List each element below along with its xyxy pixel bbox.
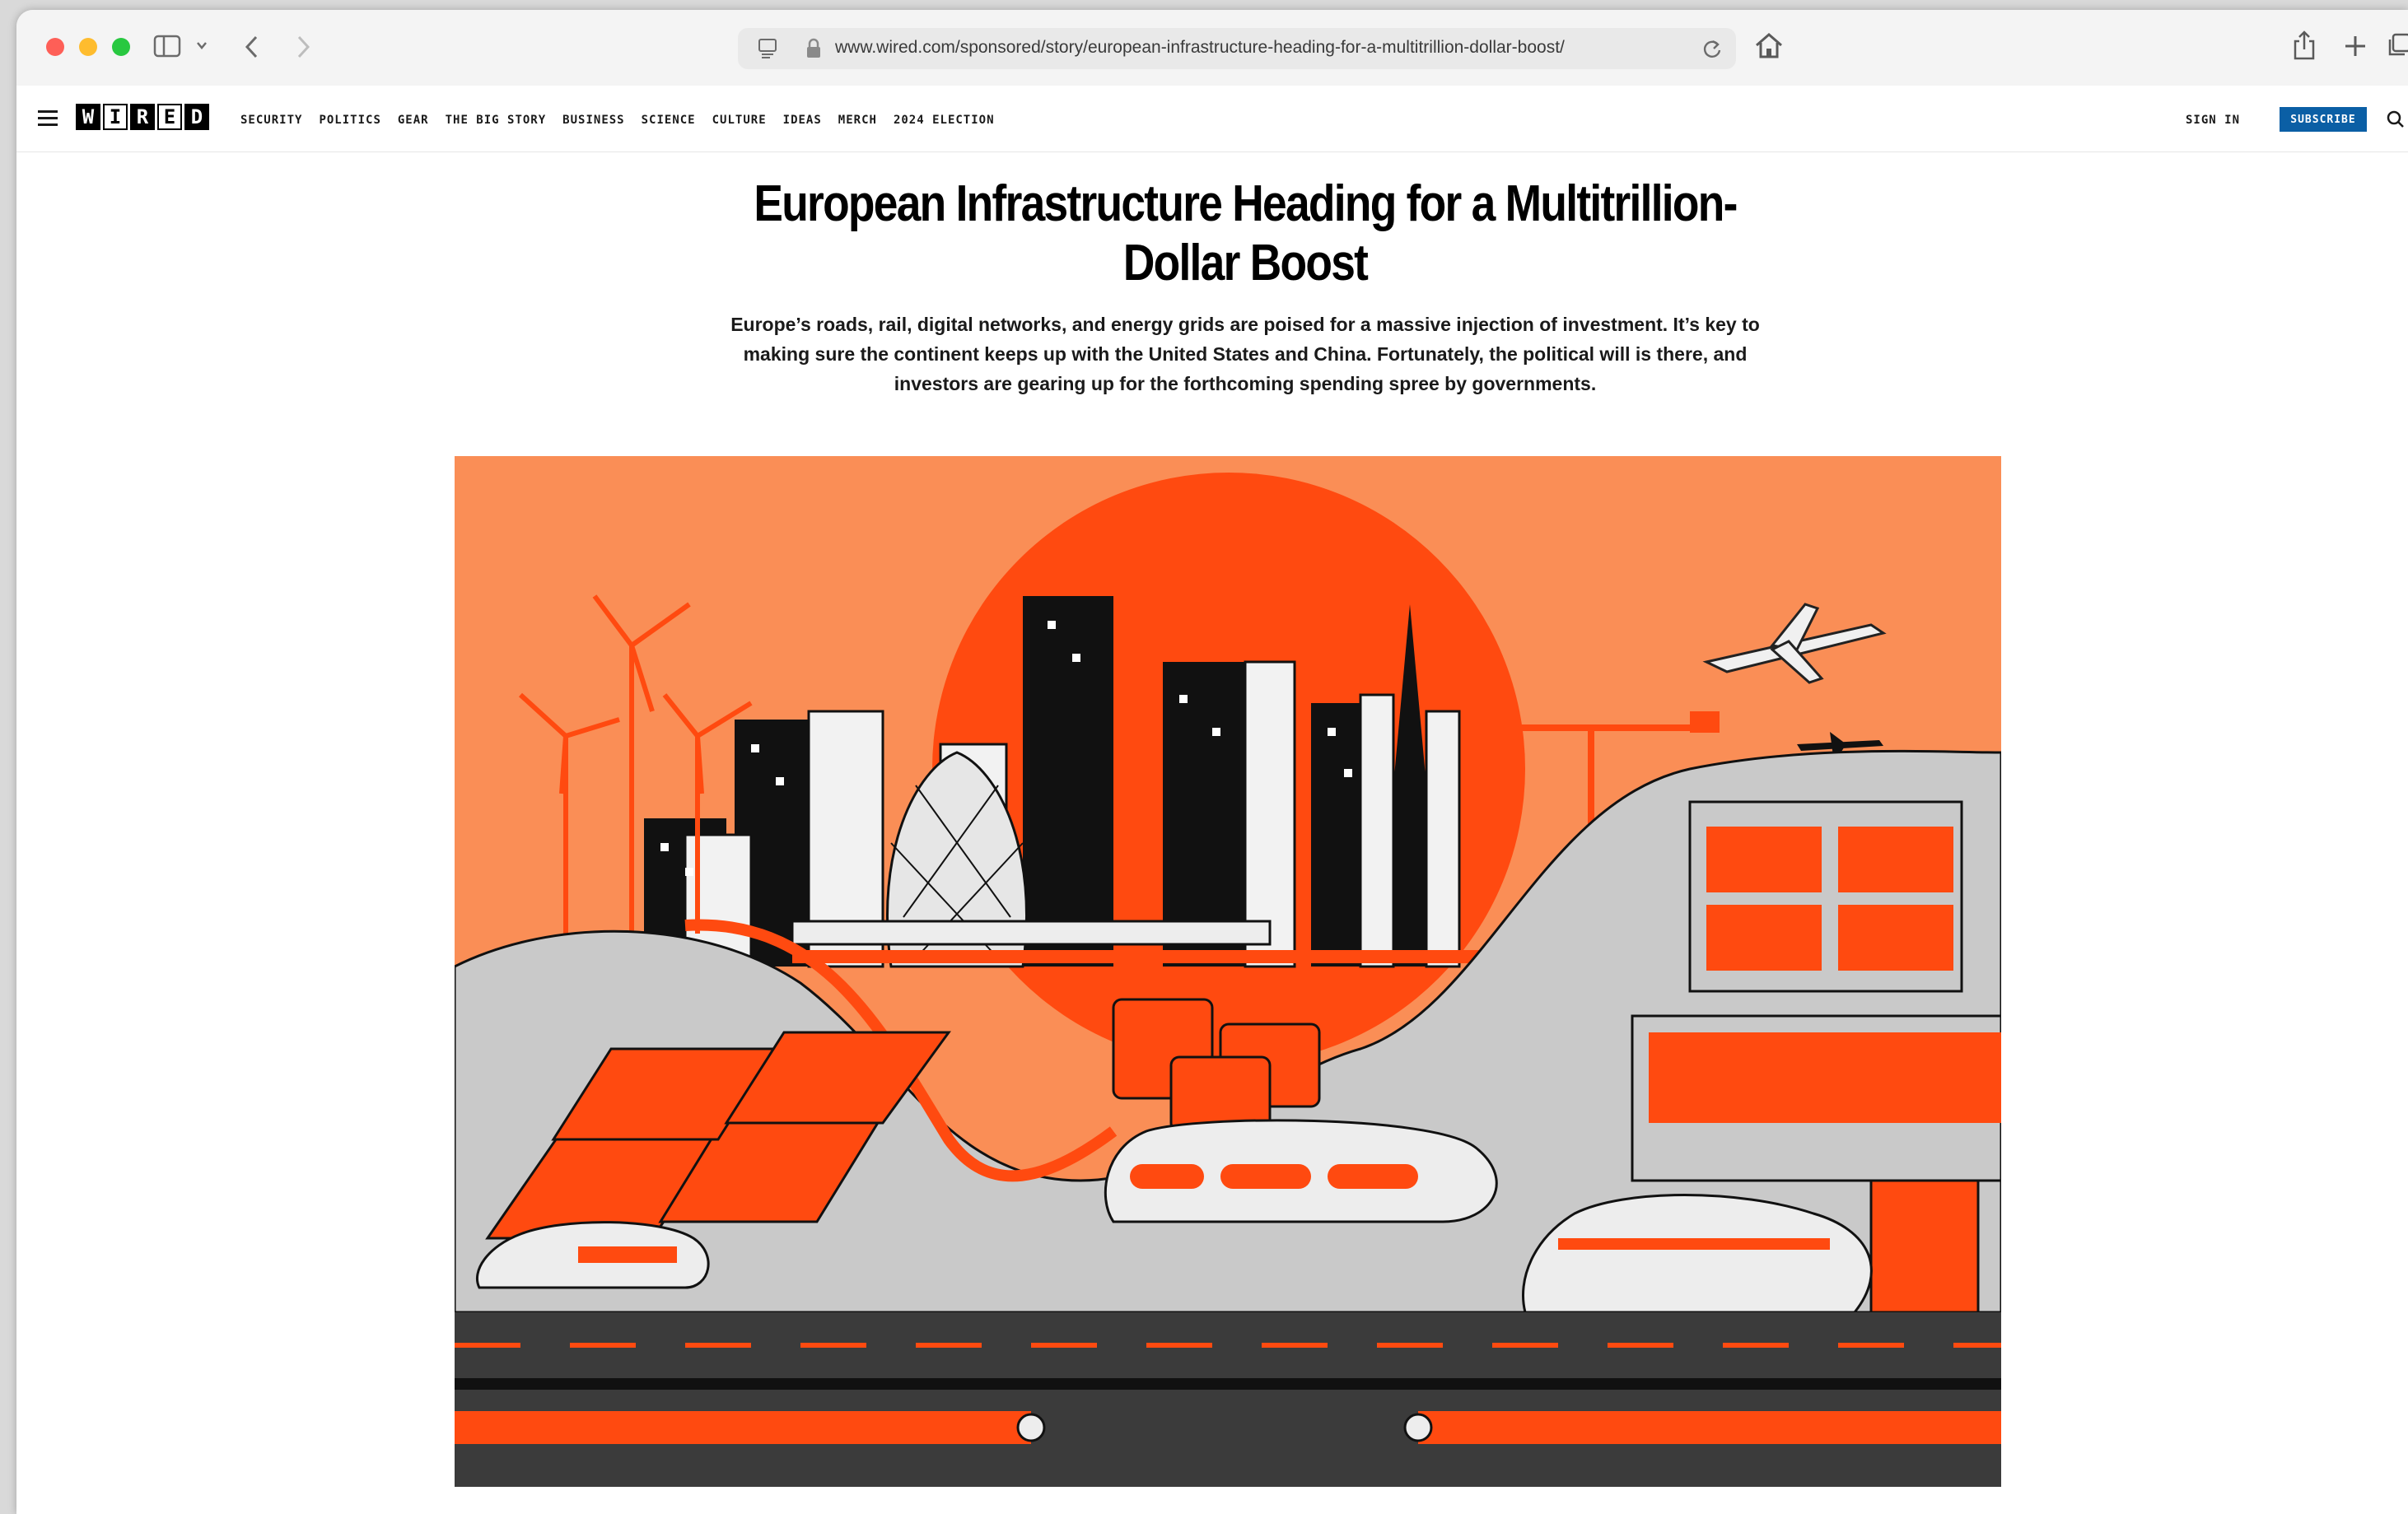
nav-gear[interactable]: GEAR [398,114,429,127]
nav-2024-election[interactable]: 2024 ELECTION [894,114,995,127]
reader-mode-icon[interactable] [758,38,777,63]
browser-window: www.wired.com/sponsored/story/european-i… [16,10,2408,1514]
nav-the-big-story[interactable]: THE BIG STORY [446,114,547,127]
site-navigation: W I R E D SECURITY POLITICS GEAR THE BIG… [16,86,2408,152]
address-bar[interactable]: www.wired.com/sponsored/story/european-i… [738,28,1736,69]
close-window-button[interactable] [46,38,64,56]
sidebar-toggle-icon[interactable] [153,35,181,58]
sign-in-link[interactable]: SIGN IN [2186,114,2240,127]
search-icon[interactable] [2387,110,2405,133]
nav-culture[interactable]: CULTURE [712,114,767,127]
article-headline: European Infrastructure Heading for a Mu… [754,175,1738,291]
forward-icon[interactable] [295,35,311,59]
subscribe-button[interactable]: SUBSCRIBE [2280,107,2367,132]
menu-icon[interactable] [38,110,58,130]
minimize-window-button[interactable] [79,38,97,56]
nav-ideas[interactable]: IDEAS [783,114,822,127]
zoom-window-button[interactable] [112,38,130,56]
reload-icon[interactable] [1701,38,1723,63]
nav-merch[interactable]: MERCH [838,114,877,127]
hero-illustration [455,456,2001,1487]
back-icon[interactable] [244,35,260,59]
share-icon[interactable] [2291,30,2317,61]
nav-business[interactable]: BUSINESS [562,114,624,127]
home-icon[interactable] [1754,31,1784,59]
section-links: SECURITY POLITICS GEAR THE BIG STORY BUS… [240,114,995,127]
url-text: www.wired.com/sponsored/story/european-i… [835,38,1565,57]
new-tab-icon[interactable] [2344,35,2367,58]
browser-toolbar: www.wired.com/sponsored/story/european-i… [16,10,2408,86]
article-dek: Europe’s roads, rail, digital networks, … [730,314,1760,394]
nav-politics[interactable]: POLITICS [319,114,380,127]
nav-science[interactable]: SCIENCE [642,114,696,127]
wired-logo[interactable]: W I R E D [76,104,209,130]
nav-security[interactable]: SECURITY [240,114,302,127]
chevron-down-icon[interactable] [196,40,208,51]
lock-icon [805,38,822,63]
tab-overview-icon[interactable] [2387,33,2408,58]
